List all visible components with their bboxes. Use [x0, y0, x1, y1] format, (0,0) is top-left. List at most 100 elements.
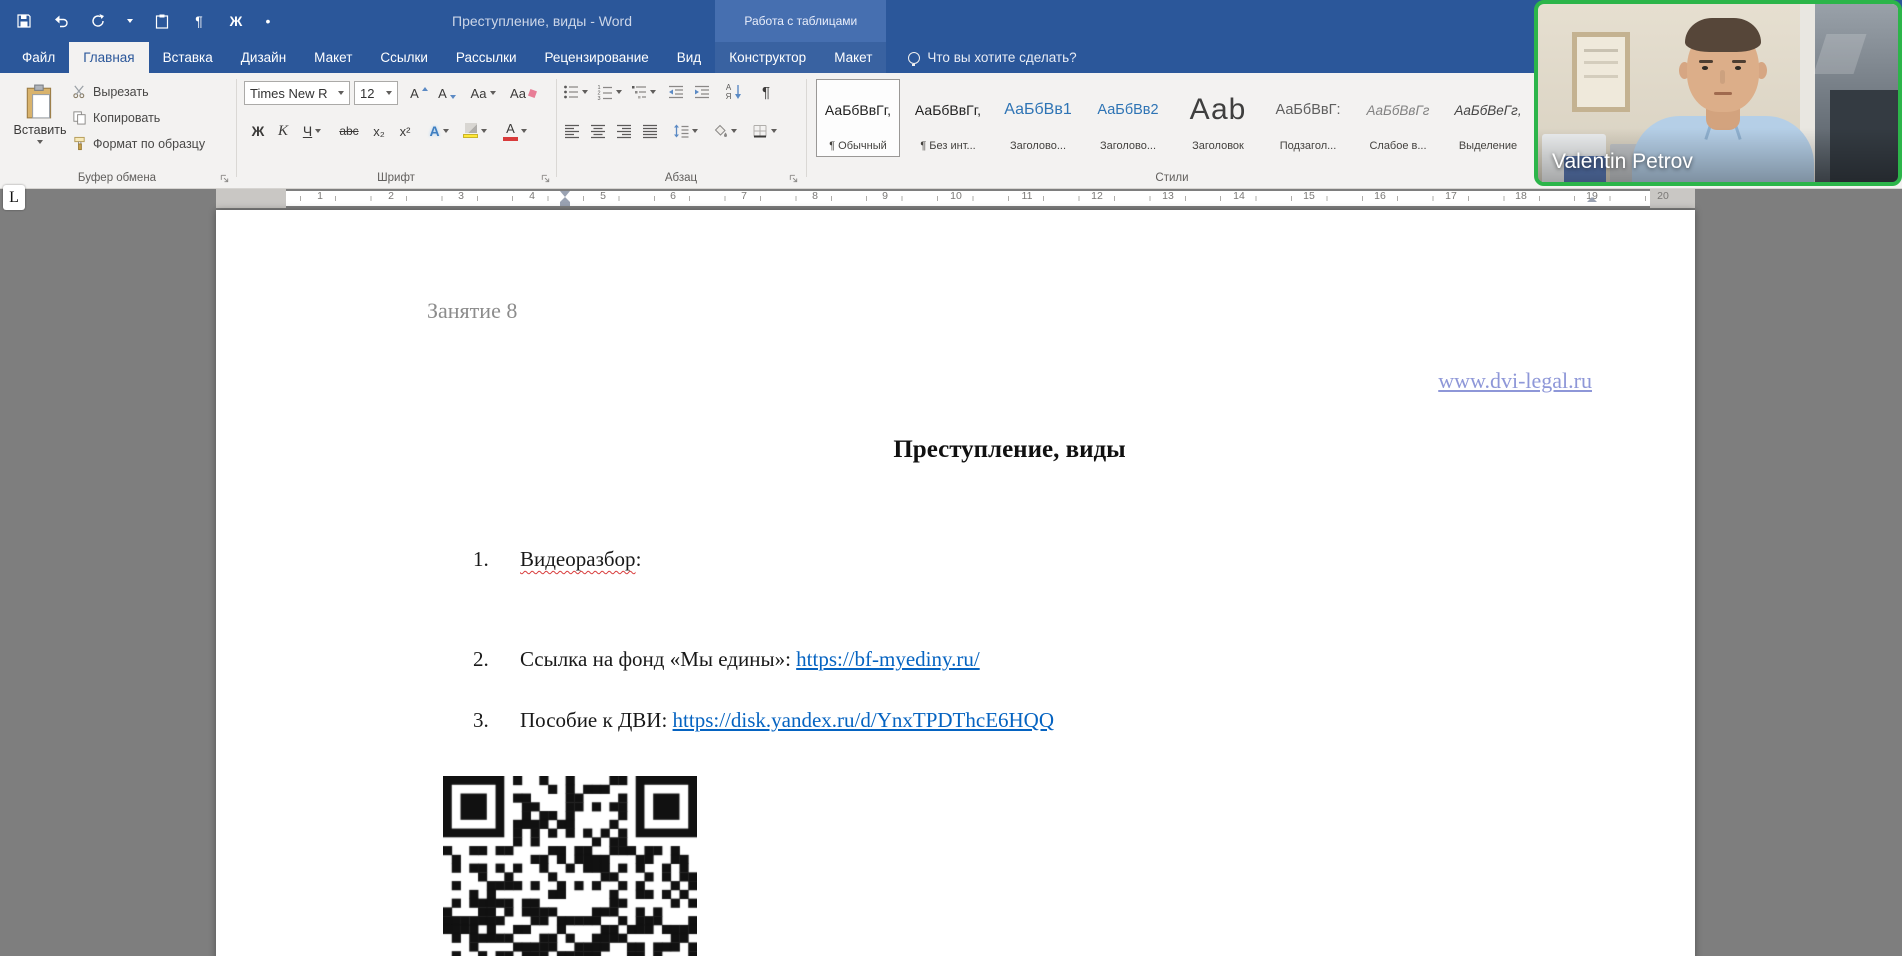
copy-label: Копировать [93, 110, 161, 125]
undo-icon[interactable] [51, 11, 71, 31]
style-subtitle[interactable]: АаБбВвГ: Подзагол... [1266, 79, 1350, 157]
tab-insert[interactable]: Вставка [149, 42, 227, 73]
multilevel-list-button[interactable] [628, 80, 658, 104]
decrease-indent-icon [669, 85, 683, 99]
align-left-button[interactable] [560, 119, 584, 143]
pilcrow-icon[interactable]: ¶ [189, 11, 209, 31]
shading-button[interactable] [706, 119, 742, 143]
line-spacing-button[interactable] [668, 119, 702, 143]
style-heading1[interactable]: АаБбВв1 Заголово... [996, 79, 1080, 157]
justify-button[interactable] [638, 119, 662, 143]
font-dialog-launcher-icon[interactable] [540, 171, 551, 183]
cut-button[interactable]: Вырезать [72, 80, 232, 103]
style-normal[interactable]: АаБбВвГг, ¶ Обычный [816, 79, 900, 157]
align-right-button[interactable] [612, 119, 636, 143]
tab-review[interactable]: Рецензирование [531, 42, 663, 73]
list-text: : [635, 547, 642, 571]
highlighter-icon [463, 123, 478, 138]
left-indent-marker[interactable] [560, 202, 570, 206]
copy-button[interactable]: Копировать [72, 106, 232, 129]
align-center-button[interactable] [586, 119, 610, 143]
format-painter-button[interactable]: Формат по образцу [72, 132, 234, 155]
show-marks-button[interactable]: ¶ [754, 80, 778, 104]
fund-hyperlink[interactable]: https://bf-myediny.ru/ [796, 647, 980, 671]
increase-indent-button[interactable] [690, 80, 714, 104]
window-title: Преступление, виды - Word [452, 13, 632, 29]
copy-icon [73, 111, 86, 125]
right-indent-marker[interactable] [1587, 197, 1597, 202]
tab-table-design[interactable]: Конструктор [715, 42, 820, 73]
bold-button[interactable]: Ж [246, 119, 270, 143]
clipboard-group-label: Буфер обмена [77, 172, 157, 184]
ruler-number: 16 [1374, 190, 1386, 202]
highlight-color-button[interactable] [458, 117, 492, 144]
style-preview: АаБбВв1 [1004, 101, 1072, 118]
tab-layout[interactable]: Макет [300, 42, 366, 73]
person-mouth [1714, 92, 1732, 95]
chevron-down-icon [770, 129, 777, 133]
chevron-down-icon [615, 90, 622, 94]
superscript-button[interactable]: х² [392, 119, 418, 143]
shrink-font-button[interactable]: А [434, 81, 460, 105]
qr-code [443, 776, 697, 956]
tab-view[interactable]: Вид [663, 42, 715, 73]
document-area: Занятие 8 www.dvi-legal.ru Преступление,… [0, 208, 1902, 956]
paint-bucket-icon [714, 124, 727, 137]
list-number: 3. [473, 708, 489, 732]
subscript-button[interactable]: х₂ [366, 119, 392, 143]
person-hair [1685, 18, 1761, 52]
change-case-button[interactable]: Аа [464, 81, 502, 105]
style-name: ¶ Без инт... [920, 140, 976, 152]
font-size-select[interactable]: 12 [354, 81, 398, 105]
style-title[interactable]: Ааb Заголовок [1176, 79, 1260, 157]
tab-home[interactable]: Главная [69, 42, 149, 73]
tell-me-box[interactable]: Что вы хотите сделать? [908, 42, 1077, 73]
font-name-select[interactable]: Times New R [244, 81, 350, 105]
font-color-button[interactable]: А [498, 117, 532, 144]
site-link[interactable]: www.dvi-legal.ru [1438, 368, 1592, 393]
tab-references[interactable]: Ссылки [366, 42, 442, 73]
style-name: Заголовок [1192, 140, 1244, 152]
clear-formatting-label: Аа [509, 85, 527, 101]
ruler-number: 5 [600, 190, 606, 202]
tab-table-layout[interactable]: Макет [820, 42, 886, 73]
borders-button[interactable] [746, 119, 782, 143]
qat-customize-icon[interactable] [125, 11, 135, 31]
bold-qat-icon[interactable]: Ж [226, 11, 246, 31]
sort-button[interactable]: АЯ [718, 80, 750, 104]
paragraph-dialog-launcher-icon[interactable] [788, 171, 799, 183]
list-text: Пособие к ДВИ: [520, 708, 673, 732]
horizontal-ruler[interactable]: 1 2 3 4 5 6 7 8 9 10 11 12 13 14 15 16 1… [0, 189, 1902, 208]
style-heading2[interactable]: АаБбВв2 Заголово... [1086, 79, 1170, 157]
sort-arrow-icon [735, 85, 742, 99]
underline-label: Ч [302, 123, 313, 139]
redo-icon[interactable] [88, 11, 108, 31]
grow-font-button[interactable]: А [406, 81, 432, 105]
document-page[interactable]: Занятие 8 www.dvi-legal.ru Преступление,… [216, 210, 1695, 956]
up-triangle-icon [421, 87, 428, 91]
person-eyebrow [1732, 60, 1746, 63]
tab-file[interactable]: Файл [8, 42, 69, 73]
bullets-button[interactable] [560, 80, 590, 104]
tab-mailings[interactable]: Рассылки [442, 42, 531, 73]
italic-button[interactable]: К [272, 119, 294, 143]
person-nose [1720, 70, 1725, 84]
text-effects-button[interactable]: А [424, 119, 454, 143]
style-subtle-emphasis[interactable]: АаБбВвГг Слабое в... [1356, 79, 1440, 157]
tab-design[interactable]: Дизайн [227, 42, 300, 73]
clear-formatting-button[interactable]: Аа [506, 81, 540, 105]
decrease-indent-button[interactable] [664, 80, 688, 104]
justify-icon [643, 124, 657, 139]
underline-button[interactable]: Ч [296, 119, 328, 143]
style-no-spacing[interactable]: АаБбВвГг, ¶ Без инт... [906, 79, 990, 157]
webcam-overlay: Valentin Petrov [1534, 0, 1902, 186]
borders-grid-icon [753, 125, 766, 138]
style-emphasis[interactable]: АаБбВеГг, Выделение [1446, 79, 1530, 157]
save-icon[interactable] [14, 11, 34, 31]
numbering-button[interactable]: 123 [594, 80, 624, 104]
strikethrough-button[interactable]: abc [334, 119, 364, 143]
clipboard-icon[interactable] [152, 11, 172, 31]
clipboard-dialog-launcher-icon[interactable] [219, 171, 230, 183]
yandex-disk-hyperlink[interactable]: https://disk.yandex.ru/d/YnxTPDThcE6HQQ [673, 708, 1054, 732]
paste-button[interactable]: Вставить [12, 78, 68, 170]
